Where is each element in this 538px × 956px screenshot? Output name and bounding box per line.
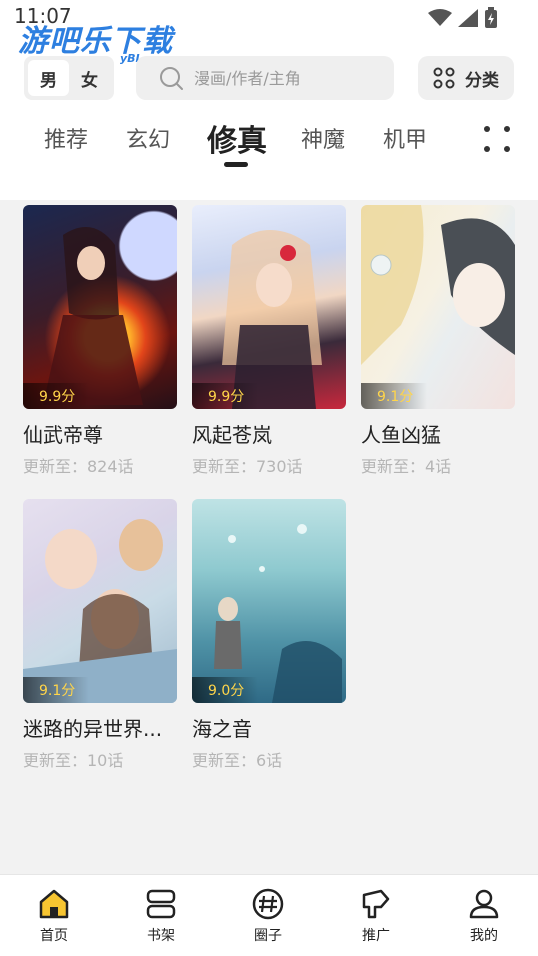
gender-toggle: 男 女 xyxy=(24,56,114,100)
gender-female-button[interactable]: 女 xyxy=(69,60,110,96)
gender-male-button[interactable]: 男 xyxy=(28,60,69,96)
tab-mecha[interactable]: 机甲 xyxy=(383,122,427,154)
comic-cover[interactable]: 9.1分 xyxy=(23,499,177,703)
grid-icon xyxy=(433,67,455,89)
comic-card[interactable]: 9.1分 迷路的异世界... 更新至：10话 xyxy=(23,499,177,770)
comic-card[interactable]: 9.9分 风起苍岚 更新至：730话 xyxy=(192,205,346,476)
comic-cover[interactable]: 9.9分 xyxy=(23,205,177,409)
comic-card[interactable]: 9.1分 人鱼凶猛 更新至：4话 xyxy=(361,205,515,476)
community-icon xyxy=(252,888,284,920)
rating-badge: 9.1分 xyxy=(361,383,428,409)
comic-cover[interactable]: 9.1分 xyxy=(361,205,515,409)
battery-icon xyxy=(485,7,497,28)
cover-art xyxy=(43,227,143,405)
user-icon xyxy=(469,889,499,919)
search-icon xyxy=(160,67,183,90)
more-tabs-icon[interactable] xyxy=(484,126,510,152)
rating-badge: 9.9分 xyxy=(23,383,90,409)
comic-cover[interactable]: 9.0分 xyxy=(192,499,346,703)
nav-home[interactable]: 首页 xyxy=(14,887,94,945)
promote-icon xyxy=(362,889,390,919)
nav-label: 我的 xyxy=(470,928,498,944)
nav-community[interactable]: 圈子 xyxy=(228,887,308,945)
signal-icon xyxy=(458,9,478,27)
comic-update-status: 更新至：4话 xyxy=(361,457,452,476)
home-icon xyxy=(39,889,69,919)
tab-gods-demons[interactable]: 神魔 xyxy=(301,122,345,154)
cover-art xyxy=(214,524,342,703)
nav-label: 推广 xyxy=(362,928,390,944)
nav-label: 首页 xyxy=(40,928,68,944)
tab-recommend[interactable]: 推荐 xyxy=(44,122,88,154)
active-tab-indicator xyxy=(224,162,248,167)
comic-title[interactable]: 迷路的异世界... xyxy=(23,713,183,742)
comic-update-status: 更新至：10话 xyxy=(23,751,124,770)
cover-art xyxy=(222,230,322,409)
genre-tabs: 推荐 玄幻 修真 神魔 机甲 xyxy=(0,112,538,172)
tab-cultivation[interactable]: 修真 xyxy=(207,116,267,160)
comic-card[interactable]: 9.9分 仙武帝尊 更新至：824话 xyxy=(23,205,177,476)
tab-fantasy[interactable]: 玄幻 xyxy=(126,122,170,154)
nav-bookshelf[interactable]: 书架 xyxy=(121,887,201,945)
nav-promote[interactable]: 推广 xyxy=(336,887,416,945)
comic-update-status: 更新至：824话 xyxy=(23,457,134,476)
category-button[interactable]: 分类 xyxy=(418,56,514,100)
comic-title[interactable]: 仙武帝尊 xyxy=(23,419,183,448)
bottom-nav: 首页 书架 圈子 推广 我的 xyxy=(0,874,538,956)
nav-label: 圈子 xyxy=(254,928,282,944)
comic-cover[interactable]: 9.9分 xyxy=(192,205,346,409)
cover-art xyxy=(23,519,177,703)
rating-badge: 9.1分 xyxy=(23,677,90,703)
comic-update-status: 更新至：6话 xyxy=(192,751,283,770)
wifi-icon xyxy=(428,9,452,26)
nav-profile[interactable]: 我的 xyxy=(444,887,524,945)
comic-update-status: 更新至：730话 xyxy=(192,457,303,476)
nav-label: 书架 xyxy=(147,928,175,944)
comic-title[interactable]: 海之音 xyxy=(192,713,352,742)
rating-badge: 9.9分 xyxy=(192,383,259,409)
rating-badge: 9.0分 xyxy=(192,677,259,703)
comic-title[interactable]: 风起苍岚 xyxy=(192,419,352,448)
header-area: 11:07 游吧乐下载 yBL.com 男 女 分类 推荐 玄幻 修真 神魔 机… xyxy=(0,0,538,200)
comic-title[interactable]: 人鱼凶猛 xyxy=(361,419,521,448)
category-label: 分类 xyxy=(465,70,499,91)
search-input[interactable] xyxy=(194,68,374,88)
comic-card[interactable]: 9.0分 海之音 更新至：6话 xyxy=(192,499,346,770)
search-bar[interactable] xyxy=(136,56,394,100)
cover-art xyxy=(361,205,515,365)
system-icons xyxy=(428,7,498,29)
bookshelf-icon xyxy=(146,889,176,919)
